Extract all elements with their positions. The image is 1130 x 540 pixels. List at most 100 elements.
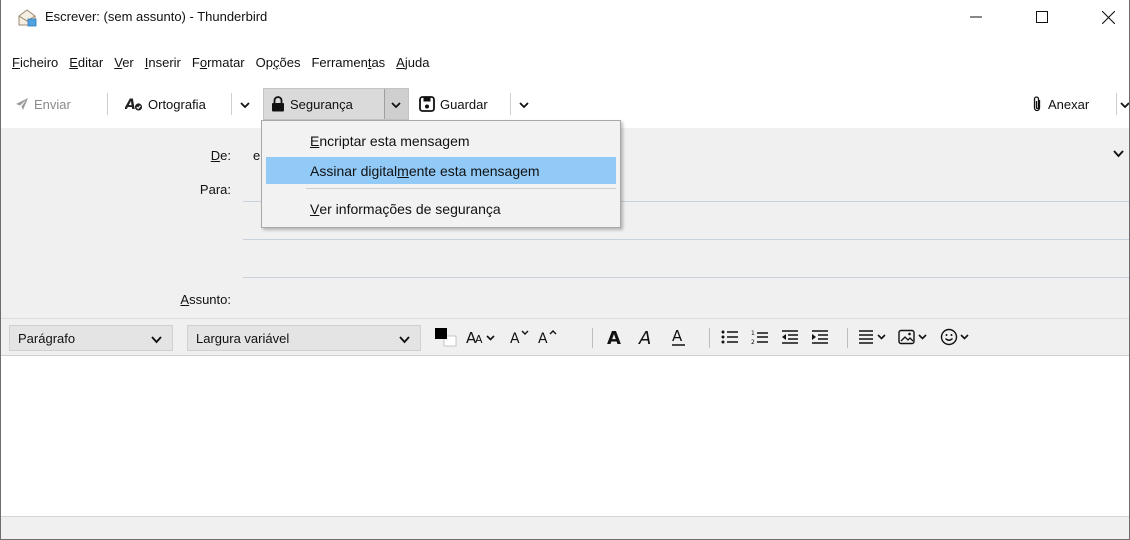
- close-button[interactable]: [1085, 0, 1129, 34]
- save-button[interactable]: Guardar: [419, 86, 488, 122]
- menu-item-sign-digitally[interactable]: Assinar digital m ente esta mensagem: [266, 157, 616, 184]
- security-button[interactable]: Segurança: [271, 86, 353, 122]
- minimize-button[interactable]: [953, 0, 999, 34]
- menu-accesskey: E: [69, 54, 78, 70]
- menu-label-post: rmatar: [207, 54, 245, 70]
- menu-inserir[interactable]: Inserir: [144, 55, 182, 70]
- attach-dropdown-button[interactable]: [1119, 86, 1129, 122]
- menu-formatar[interactable]: Formatar: [191, 55, 246, 70]
- paragraph-format-value: Parágrafo: [18, 330, 76, 346]
- alignment-button[interactable]: [857, 327, 891, 349]
- svg-text:1: 1: [751, 330, 755, 337]
- recipient-row-input[interactable]: [243, 251, 1129, 277]
- chevron-down-icon: [1120, 97, 1129, 112]
- bold-button[interactable]: A: [603, 327, 627, 349]
- menu-ajuda[interactable]: Ajuda: [395, 55, 430, 70]
- menu-item-accesskey: m: [397, 162, 409, 179]
- svg-text:2: 2: [751, 339, 755, 345]
- recipient-row-line: [243, 277, 1129, 278]
- menu-editar[interactable]: Editar: [68, 55, 104, 70]
- spelling-dropdown-button[interactable]: [235, 86, 255, 122]
- chevron-down-icon: [399, 332, 410, 347]
- maximize-button[interactable]: [1019, 0, 1065, 34]
- menu-item-label-pre: Assinar digital: [310, 162, 398, 179]
- security-dropdown-button[interactable]: [386, 86, 406, 122]
- menu-separator: [306, 188, 616, 189]
- insert-image-button[interactable]: [897, 327, 933, 349]
- spelling-button[interactable]: A Ortografia: [125, 86, 206, 122]
- indent-icon: [811, 329, 829, 348]
- message-body-editor[interactable]: [1, 356, 1129, 516]
- format-separator: [592, 328, 593, 348]
- compose-toolbar: Enviar A Ortografia Segurança Guardar An…: [1, 86, 1129, 122]
- menu-opcoes[interactable]: Opções: [255, 55, 302, 70]
- send-button[interactable]: Enviar: [15, 86, 71, 122]
- status-bar: [1, 516, 1129, 539]
- menu-accesskey: V: [114, 54, 123, 70]
- menu-label-pre: F: [191, 54, 200, 70]
- insert-smiley-button[interactable]: [939, 327, 975, 349]
- bulleted-list-button[interactable]: [719, 327, 741, 349]
- save-icon: [419, 96, 435, 112]
- font-family-select[interactable]: Largura variável: [187, 325, 421, 351]
- from-chevron-down-icon[interactable]: [1113, 146, 1124, 161]
- menu-label-post: as: [371, 54, 386, 70]
- outdent-button[interactable]: [779, 327, 801, 349]
- menu-item-encrypt[interactable]: Encriptar esta mensagem: [266, 127, 616, 154]
- paperclip-icon: [1031, 95, 1043, 113]
- subject-label-accesskey: A: [180, 292, 190, 307]
- subject-input[interactable]: [243, 286, 1129, 312]
- align-icon: [858, 329, 890, 348]
- svg-text:A: A: [538, 331, 548, 345]
- chevron-down-icon: [240, 97, 250, 112]
- font-family-value: Largura variável: [196, 330, 290, 346]
- title-bar: Escrever: (sem assunto) - Thunderbird: [1, 0, 1129, 34]
- font-size-icon: AA: [466, 329, 498, 348]
- menu-ver[interactable]: Ver: [113, 55, 135, 70]
- subject-label-rest: ssunto:: [189, 292, 231, 307]
- spellcheck-icon: A: [125, 96, 143, 112]
- italic-button[interactable]: A: [635, 327, 659, 349]
- indent-button[interactable]: [809, 327, 831, 349]
- menu-item-label-post: ente esta mensagem: [408, 162, 540, 179]
- underline-button[interactable]: A: [667, 327, 691, 349]
- menu-label-post: ditar: [77, 54, 104, 70]
- numbered-list-button[interactable]: 12: [749, 327, 771, 349]
- menu-ferramentas[interactable]: Ferramentas: [310, 55, 386, 70]
- from-identity-select[interactable]: e: [253, 148, 260, 163]
- menu-item-label-post: er informações de segurança: [319, 200, 501, 217]
- menu-ficheiro[interactable]: Ficheiro: [11, 55, 59, 70]
- smiley-icon: [940, 328, 974, 349]
- menu-accesskey: o: [199, 54, 208, 70]
- color-swatch-icon: [432, 327, 458, 350]
- from-label-accesskey: D: [210, 148, 221, 163]
- paragraph-format-select[interactable]: Parágrafo: [9, 325, 173, 351]
- italic-icon: A: [637, 328, 657, 349]
- subject-label: Assunto:: [141, 292, 231, 307]
- menu-item-accesskey: V: [310, 200, 320, 217]
- save-dropdown-button[interactable]: [514, 86, 534, 122]
- menu-item-security-info[interactable]: Ver informações de segurança: [266, 195, 616, 222]
- attach-button[interactable]: Anexar: [1031, 86, 1089, 122]
- outdent-icon: [781, 329, 799, 348]
- recipient-row-line: [243, 239, 1129, 240]
- send-label: Enviar: [34, 96, 71, 112]
- attach-label: Anexar: [1048, 96, 1090, 112]
- increase-font-size-button[interactable]: A: [537, 327, 559, 349]
- decrease-font-size-button[interactable]: A: [509, 327, 531, 349]
- underline-icon: A: [669, 327, 689, 350]
- security-label: Segurança: [290, 96, 353, 112]
- save-label: Guardar: [440, 96, 488, 112]
- menu-label-pre: Op: [255, 54, 273, 70]
- send-icon: [15, 97, 29, 111]
- toolbar-separator: [1116, 93, 1117, 115]
- chevron-down-icon: [151, 332, 162, 347]
- from-label-rest: e:: [220, 148, 231, 163]
- toolbar-separator: [107, 93, 108, 115]
- font-size-button[interactable]: AA: [465, 327, 499, 349]
- menu-item-label-post: ncriptar esta mensagem: [319, 132, 470, 149]
- menu-bar: Ficheiro Editar Ver Inserir Formatar Opç…: [1, 50, 439, 74]
- lock-icon: [271, 96, 285, 112]
- thunderbird-compose-icon: [17, 9, 37, 27]
- text-color-picker[interactable]: [431, 327, 459, 349]
